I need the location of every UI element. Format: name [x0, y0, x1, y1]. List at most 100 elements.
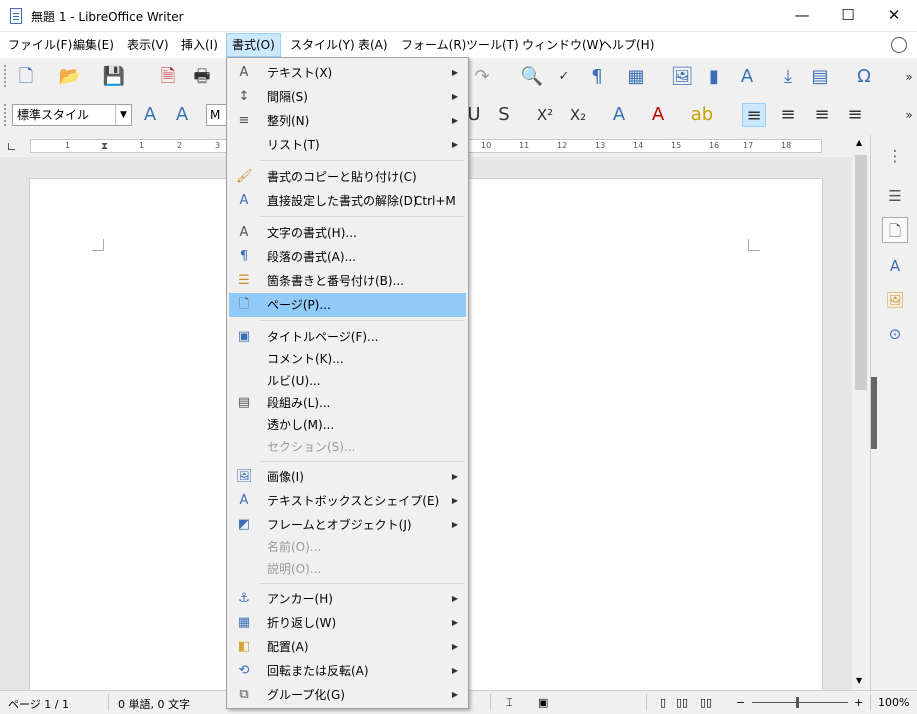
paragraph-style-select[interactable]: 標準スタイル ▼ [12, 104, 132, 126]
align-center-icon[interactable]: ≡ [776, 103, 800, 127]
justify-icon[interactable]: ≡ [843, 103, 867, 127]
find-replace-icon[interactable]: 🔍 [520, 65, 544, 89]
menu-item-spacing[interactable]: ↕ 間隔(S) ▶ [229, 85, 466, 109]
menu-item-clear-direct-formatting[interactable]: A 直接設定した書式の解除(D) Ctrl+M [229, 189, 466, 213]
arrange-icon: ◧ [237, 639, 251, 654]
spelling-icon[interactable]: ✓ [552, 65, 576, 89]
zoom-level[interactable]: 100% [878, 696, 909, 709]
highlighting-color-icon[interactable]: ab [690, 103, 714, 127]
menu-item-frame-object[interactable]: ◩ フレームとオブジェクト(J) ▶ [229, 513, 466, 537]
strikethrough-icon[interactable]: S [492, 103, 516, 127]
menu-item-arrange[interactable]: ◧ 配置(A) ▶ [229, 635, 466, 659]
gallery-icon[interactable]: 🖼 [882, 287, 908, 313]
font-color-icon[interactable]: A [646, 103, 670, 127]
menu-item-list[interactable]: リスト(T) ▶ [229, 133, 466, 157]
ruler-number: 1 [139, 141, 145, 150]
toolbar-overflow-icon[interactable]: » [897, 65, 917, 89]
menu-table[interactable]: 表(A) [353, 33, 393, 57]
submenu-arrow-icon: ▶ [451, 520, 458, 529]
scroll-up-icon[interactable]: ▲ [856, 138, 862, 147]
menu-item-ruby[interactable]: ルビ(U)... [229, 369, 466, 393]
book-view-icon[interactable]: ▯▯ [700, 696, 712, 709]
sidebar-menu-icon[interactable]: ⋮ [882, 143, 908, 169]
menu-help[interactable]: ヘルプ(H) [595, 33, 659, 57]
special-character-icon[interactable]: Ω [852, 65, 876, 89]
print-icon[interactable]: 🖶 [190, 65, 214, 89]
left-indent-marker[interactable]: ⧗ [101, 141, 108, 152]
font-name-input[interactable]: M [206, 104, 228, 126]
zoom-slider-handle[interactable] [796, 697, 799, 708]
redo-icon[interactable]: ↷ [470, 65, 494, 89]
page-sidebar-icon[interactable]: 🗋 [882, 217, 908, 243]
insert-textbox-icon[interactable]: A [735, 65, 759, 89]
export-pdf-icon[interactable]: 🗎 [156, 65, 180, 89]
word-count[interactable]: 0 単語, 0 文字 [118, 696, 190, 712]
insert-field-icon[interactable]: ▤ [808, 65, 832, 89]
toolbar-grip[interactable] [4, 104, 7, 126]
menu-item-bullets-numbering[interactable]: ☰ 箇条書きと番号付け(B)... [229, 269, 466, 293]
menu-item-columns[interactable]: ▤ 段組み(L)... [229, 391, 466, 415]
menu-item-text[interactable]: A テキスト(X) ▶ [229, 61, 466, 85]
menu-item-comment[interactable]: コメント(K)... [229, 347, 466, 371]
menu-format[interactable]: 書式(O) [226, 33, 281, 57]
document-modified-icon[interactable]: ▣ [538, 696, 548, 709]
subscript-icon[interactable]: X₂ [566, 103, 590, 127]
align-left-icon[interactable]: ≡ [742, 103, 766, 127]
menu-item-clone-formatting[interactable]: 🖌 書式のコピーと貼り付け(C) [229, 165, 466, 189]
superscript-icon[interactable]: X² [533, 103, 557, 127]
insert-image-icon[interactable]: 🖼 [670, 65, 694, 89]
single-page-view-icon[interactable]: ▯ [660, 696, 666, 709]
menu-item-title-page[interactable]: ▣ タイトルページ(F)... [229, 325, 466, 349]
menu-item-character[interactable]: A 文字の書式(H)... [229, 221, 466, 245]
menu-item-paragraph[interactable]: ¶ 段落の書式(A)... [229, 245, 466, 269]
menu-item-anchor[interactable]: ⚓ アンカー(H) ▶ [229, 587, 466, 611]
menu-item-textbox-shape[interactable]: A テキストボックスとシェイプ(E) ▶ [229, 489, 466, 513]
menu-item-image[interactable]: 🖼 画像(I) ▶ [229, 465, 466, 489]
properties-icon[interactable]: ☰ [882, 183, 908, 209]
zoom-slider-track[interactable] [752, 702, 848, 703]
maximize-button[interactable]: ☐ [825, 0, 871, 32]
chevron-down-icon[interactable]: ▼ [115, 105, 131, 125]
minimize-button[interactable]: — [779, 0, 825, 32]
vertical-scrollbar[interactable]: ▲ ▼ [852, 135, 870, 690]
menu-item-watermark[interactable]: 透かし(M)... [229, 413, 466, 437]
zoom-out-button[interactable]: − [736, 696, 745, 709]
menu-file[interactable]: ファイル(F) [3, 33, 77, 57]
menu-item-wrap[interactable]: ▦ 折り返し(W) ▶ [229, 611, 466, 635]
page-count[interactable]: ページ 1 / 1 [8, 696, 69, 712]
clear-direct-formatting-icon[interactable]: A [607, 103, 631, 127]
menu-tools[interactable]: ツール(T) [461, 33, 524, 57]
multi-page-view-icon[interactable]: ▯▯ [676, 696, 688, 709]
navigator-icon[interactable]: ⊙ [882, 321, 908, 347]
toolbar-overflow-icon[interactable]: » [897, 103, 917, 127]
menu-item-group[interactable]: ⧉ グループ化(G) ▶ [229, 683, 466, 707]
scroll-down-icon[interactable]: ▼ [856, 676, 862, 685]
insert-chart-icon[interactable]: ▮ [702, 65, 726, 89]
save-icon[interactable]: 💾 [102, 65, 126, 89]
menu-item-rotate-flip[interactable]: ⟲ 回転または反転(A) ▶ [229, 659, 466, 683]
styles-icon[interactable]: A [882, 253, 908, 279]
zoom-in-button[interactable]: + [854, 696, 863, 709]
tab-stop-type-icon[interactable] [8, 143, 15, 150]
toolbar-grip[interactable] [4, 65, 7, 87]
menu-edit[interactable]: 編集(E) [68, 33, 119, 57]
close-button[interactable]: ✕ [871, 0, 917, 32]
update-style-icon[interactable]: A [138, 103, 162, 127]
formatting-marks-icon[interactable]: ¶ [585, 65, 609, 89]
open-folder-icon[interactable]: 📂 [58, 65, 82, 89]
globe-icon[interactable] [891, 37, 907, 53]
menu-item-page[interactable]: 🗋 ページ(P)... [229, 293, 466, 317]
menu-view[interactable]: 表示(V) [122, 33, 174, 57]
page-break-icon[interactable]: ⤓ [776, 65, 800, 89]
menu-styles[interactable]: スタイル(Y) [285, 33, 360, 57]
scrollbar-thumb[interactable] [855, 155, 867, 390]
paragraph-style-value: 標準スタイル [17, 108, 90, 122]
new-document-icon[interactable]: 🗋 [14, 65, 38, 89]
selection-mode-icon[interactable]: ⌶ [506, 696, 513, 710]
menu-item-align[interactable]: ≡ 整列(N) ▶ [229, 109, 466, 133]
insert-table-icon[interactable]: ▦ [624, 65, 648, 89]
align-right-icon[interactable]: ≡ [810, 103, 834, 127]
menu-insert[interactable]: 挿入(I) [176, 33, 223, 57]
new-style-icon[interactable]: A [170, 103, 194, 127]
sidebar-collapse-handle[interactable] [871, 377, 877, 449]
